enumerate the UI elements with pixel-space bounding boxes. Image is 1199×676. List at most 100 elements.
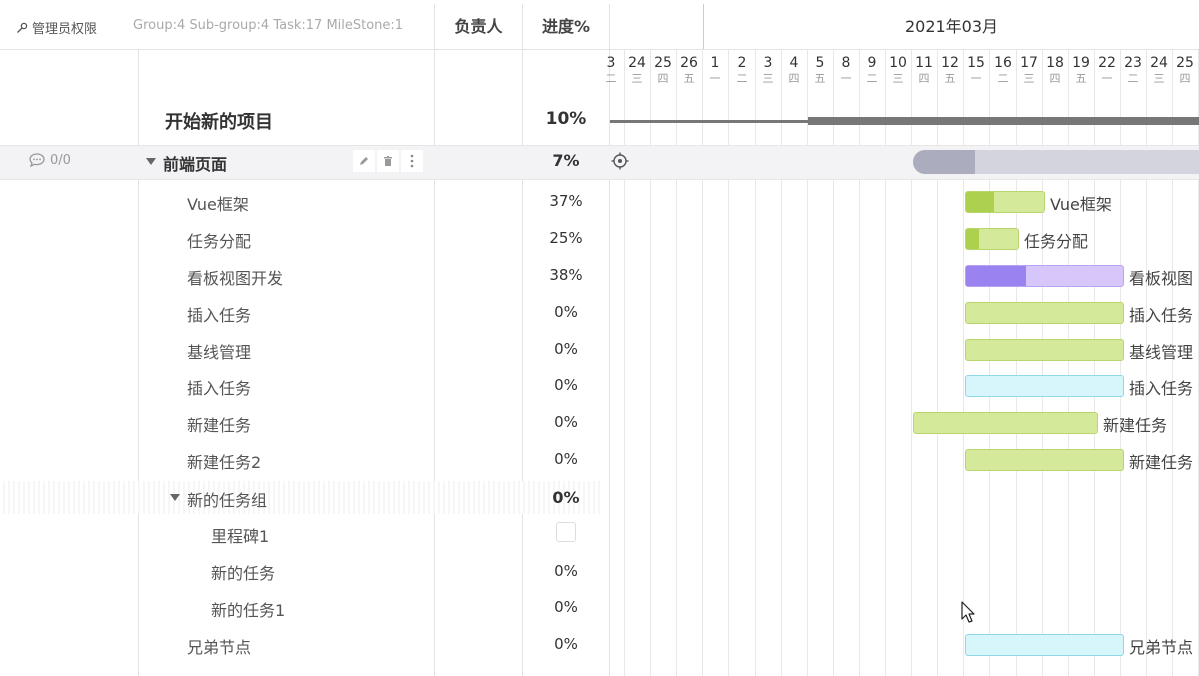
month-label: 2021年03月 [904,17,999,36]
collapse-caret-icon[interactable] [146,158,156,165]
day-number: 25 [1176,55,1194,71]
timeline-day: 15 一 [963,54,989,86]
task-bar[interactable] [965,375,1124,397]
weekday-label: 二 [866,72,878,85]
divider [703,4,704,49]
day-number: 2 [737,55,747,71]
timeline-day: 5五 [807,54,833,86]
weekday-label: 二 [997,72,1009,85]
task-progress: 0% [554,413,578,431]
divider [609,4,610,49]
task-name[interactable]: 新建任务2 [187,449,261,473]
weekday-label: 一 [1101,72,1113,85]
weekday-label: 五 [814,72,826,85]
weekday-label: 一 [840,72,852,85]
task-name[interactable]: 看板视图开发 [187,265,283,289]
divider [434,50,435,676]
weekday-label: 五 [1075,72,1087,85]
permission-label: 管理员权限 [32,22,98,37]
permission-indicator[interactable]: 管理员权限 [16,18,97,37]
weekday-label: 四 [918,72,930,85]
weekday-label: 二 [1127,72,1139,85]
timeline-grid-line [937,50,938,676]
task-name[interactable]: 任务分配 [187,228,251,252]
day-number: 24 [628,55,646,71]
collapse-caret-icon[interactable] [170,494,180,501]
timeline-day: 25 四 [1172,54,1198,86]
weekday-label: 三 [1153,72,1165,85]
timeline-grid-line [650,50,651,676]
timeline-day: 25 四 [650,54,676,86]
group-bar-progress [913,150,975,174]
weekday-label: 一 [709,72,721,85]
subtask-progress: 0% [554,598,578,616]
task-name[interactable]: 新建任务 [187,412,251,436]
divider [522,4,523,49]
task-bar-label: 新建任务 [1103,416,1168,435]
task-bar[interactable] [965,228,1019,250]
task-name[interactable]: 插入任务 [187,302,251,326]
weekday-label: 五 [944,72,956,85]
timeline-grid-line [859,50,860,676]
divider [138,50,139,676]
timeline-day: 23 二 [1120,54,1146,86]
timeline-day: 12 五 [937,54,963,86]
subgroup-name[interactable]: 新的任务组 [187,487,267,511]
timeline-day: 2二 [729,54,755,86]
task-bar[interactable] [913,412,1098,434]
locate-icon[interactable] [611,152,629,170]
subtask-name[interactable]: 新的任务 [211,560,275,584]
task-bar-label: 兄弟节点 [1129,638,1194,657]
day-number: 3 [763,55,773,71]
group-name[interactable]: 前端页面 [163,151,227,175]
comment-count-label: 0/0 [50,152,71,168]
milestone-checkbox[interactable] [556,522,576,542]
timeline-grid-line [1016,50,1017,676]
timeline-grid-line [1068,50,1069,676]
timeline-grid-line [702,50,703,676]
task-bar[interactable] [965,265,1124,287]
day-number: 9 [867,55,877,71]
day-number: 5 [815,55,825,71]
day-number: 12 [941,55,959,71]
task-bar-label: 插入任务 [1129,306,1194,325]
edit-button[interactable] [353,150,375,172]
header-bar: 管理员权限 Group:4 Sub-group:4 Task:17 MileSt… [0,4,1199,50]
weekday-label: 二 [736,72,748,85]
task-bar-label: 插入任务 [1129,379,1194,398]
task-name[interactable]: 基线管理 [187,339,251,363]
timeline-day: 26 五 [676,54,702,86]
comment-count[interactable]: 0/0 [28,152,71,168]
day-number: 3 [606,55,616,71]
day-number: 15 [967,55,985,71]
task-bar[interactable] [965,449,1124,471]
task-name[interactable]: 插入任务 [187,375,251,399]
subtask-name[interactable]: 新的任务1 [211,597,285,621]
task-bar[interactable] [965,302,1124,324]
project-bar[interactable] [808,117,1199,125]
day-number: 19 [1072,55,1090,71]
comment-icon [29,153,45,168]
owner-column-header[interactable]: 负责人 [435,4,522,49]
task-bar[interactable] [965,339,1124,361]
more-button[interactable] [401,150,423,172]
task-bar[interactable] [965,634,1124,656]
day-number: 23 [1124,55,1142,71]
progress-column-header[interactable]: 进度% [523,4,609,49]
day-number: 16 [994,55,1012,71]
divider [434,4,435,49]
timeline-grid-line [1146,50,1147,676]
task-name[interactable]: 兄弟节点 [187,634,251,658]
weekday-label: 三 [631,72,643,85]
subtask-name[interactable]: 里程碑1 [211,523,269,547]
timeline-day: 19 五 [1068,54,1094,86]
task-name[interactable]: Vue框架 [187,191,249,215]
delete-button[interactable] [377,150,399,172]
divider [609,50,610,676]
day-number: 24 [1150,55,1168,71]
group-bar[interactable] [913,150,1199,174]
task-bar-label: Vue框架 [1050,195,1112,214]
task-bar[interactable] [965,191,1045,213]
timeline-day: 10 三 [885,54,911,86]
project-name[interactable]: 开始新的项目 [165,108,273,134]
